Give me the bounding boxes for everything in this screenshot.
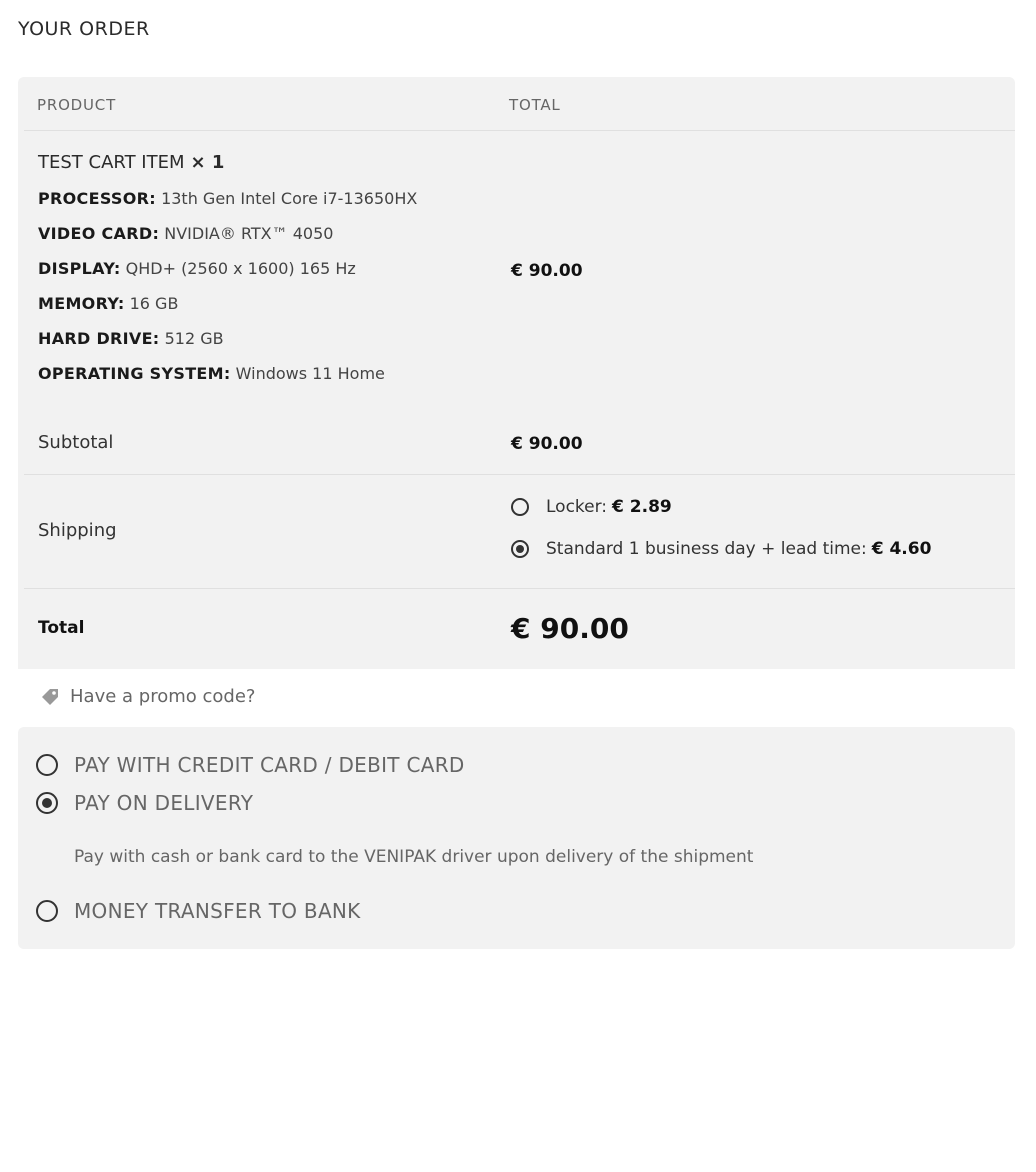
- payment-methods: PAY WITH CREDIT CARD / DEBIT CARD PAY ON…: [18, 727, 1015, 949]
- shipping-option-price: € 2.89: [612, 497, 672, 517]
- shipping-option-price: € 4.60: [871, 539, 932, 559]
- total-value: € 90.00: [511, 612, 629, 645]
- promo-code-label: Have a promo code?: [70, 686, 256, 707]
- attribute-key: MEMORY:: [38, 294, 125, 313]
- attribute-value: QHD+ (2560 x 1600) 165 Hz: [125, 259, 356, 278]
- total-label: Total: [38, 618, 85, 638]
- payment-option-label: MONEY TRANSFER TO BANK: [74, 899, 361, 923]
- promo-code-link[interactable]: Have a promo code?: [40, 686, 255, 707]
- attribute-value: Windows 11 Home: [235, 364, 385, 383]
- attribute-key: VIDEO CARD:: [38, 224, 160, 243]
- cart-item-name: TEST CART ITEM × 1: [38, 152, 224, 173]
- attribute-key: HARD DRIVE:: [38, 329, 160, 348]
- shipping-label: Shipping: [38, 520, 117, 541]
- shipping-option-label: Locker:: [546, 497, 608, 517]
- product-name: TEST CART ITEM: [38, 152, 185, 173]
- attribute-hard-drive: HARD DRIVE: 512 GB: [38, 329, 417, 364]
- payment-description: Pay with cash or bank card to the VENIPA…: [74, 847, 754, 867]
- subtotal-label: Subtotal: [38, 432, 114, 453]
- payment-radio-cod[interactable]: [36, 792, 58, 814]
- attribute-operating-system: OPERATING SYSTEM: Windows 11 Home: [38, 364, 417, 399]
- tag-icon: [42, 688, 58, 705]
- shipping-row: Shipping Locker: € 2.89 Standard 1 busin…: [24, 475, 1015, 589]
- attribute-key: DISPLAY:: [38, 259, 121, 278]
- shipping-radio-locker[interactable]: [511, 498, 529, 516]
- attribute-value: 512 GB: [164, 329, 224, 348]
- payment-option-label: PAY WITH CREDIT CARD / DEBIT CARD: [74, 753, 465, 777]
- page-title: YOUR ORDER: [18, 18, 150, 40]
- shipping-option-label: Standard 1 business day + lead time:: [546, 539, 867, 559]
- shipping-radio-standard[interactable]: [511, 540, 529, 558]
- product-quantity: × 1: [190, 152, 225, 173]
- payment-option-bank-transfer[interactable]: MONEY TRANSFER TO BANK: [36, 899, 361, 923]
- payment-radio-bank-transfer[interactable]: [36, 900, 58, 922]
- shipping-option-standard[interactable]: Standard 1 business day + lead time: € 4…: [511, 539, 931, 559]
- subtotal-value: € 90.00: [511, 434, 583, 454]
- table-header: PRODUCT TOTAL: [24, 77, 1015, 131]
- attribute-processor: PROCESSOR: 13th Gen Intel Core i7-13650H…: [38, 189, 417, 224]
- attribute-key: PROCESSOR:: [38, 189, 156, 208]
- item-line-total: € 90.00: [511, 261, 583, 281]
- attribute-key: OPERATING SYSTEM:: [38, 364, 231, 383]
- order-total-row: Total € 90.00: [24, 589, 1015, 669]
- attribute-display: DISPLAY: QHD+ (2560 x 1600) 165 Hz: [38, 259, 417, 294]
- order-review-table: PRODUCT TOTAL TEST CART ITEM × 1 PROCESSO…: [18, 77, 1015, 669]
- product-attributes: PROCESSOR: 13th Gen Intel Core i7-13650H…: [38, 189, 417, 399]
- attribute-value: 16 GB: [129, 294, 179, 313]
- column-header-product: PRODUCT: [37, 96, 117, 114]
- attribute-video-card: VIDEO CARD: NVIDIA® RTX™ 4050: [38, 224, 417, 259]
- payment-option-cod[interactable]: PAY ON DELIVERY: [36, 791, 253, 815]
- payment-option-card[interactable]: PAY WITH CREDIT CARD / DEBIT CARD: [36, 753, 465, 777]
- subtotal-row: Subtotal € 90.00: [24, 420, 1015, 475]
- column-header-total: TOTAL: [509, 96, 561, 114]
- payment-radio-card[interactable]: [36, 754, 58, 776]
- payment-option-label: PAY ON DELIVERY: [74, 791, 254, 815]
- attribute-value: NVIDIA® RTX™ 4050: [164, 224, 334, 243]
- shipping-option-locker[interactable]: Locker: € 2.89: [511, 497, 672, 517]
- attribute-memory: MEMORY: 16 GB: [38, 294, 417, 329]
- attribute-value: 13th Gen Intel Core i7-13650HX: [161, 189, 418, 208]
